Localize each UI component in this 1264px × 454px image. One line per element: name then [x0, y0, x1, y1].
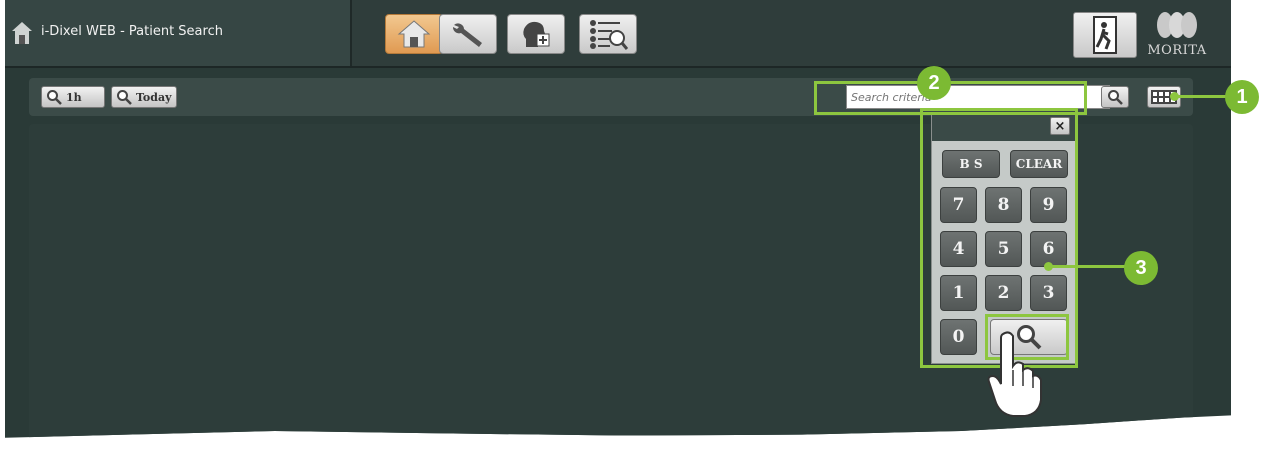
exit-button[interactable] — [1073, 12, 1137, 58]
app-title: i-Dixel WEB - Patient Search — [41, 24, 223, 39]
pointing-hand-icon — [987, 331, 1042, 417]
search-button[interactable] — [1101, 86, 1129, 108]
home-small-icon — [12, 22, 32, 44]
logo-text: MORITA — [1147, 43, 1207, 58]
callout-2-badge: 2 — [917, 66, 951, 100]
morita-logo: MORITA — [1142, 10, 1212, 62]
list-search-icon — [590, 20, 628, 50]
add-patient-icon — [523, 21, 550, 47]
title-block: i-Dixel WEB - Patient Search — [5, 0, 352, 66]
callout-3-badge: 3 — [1124, 251, 1158, 285]
magnifier-icon — [1108, 90, 1123, 105]
magnifier-icon — [117, 90, 132, 105]
wrench-icon — [452, 23, 482, 47]
settings-nav-button[interactable] — [439, 14, 497, 54]
patient-list-nav-button[interactable] — [579, 14, 637, 54]
magnifier-icon — [47, 90, 62, 105]
callout-3-line — [1048, 265, 1126, 268]
search-today-button[interactable]: Today — [111, 86, 177, 108]
add-patient-nav-button[interactable] — [507, 14, 565, 54]
morita-mark-icon — [1157, 12, 1197, 38]
callout-1-badge: 1 — [1225, 80, 1259, 114]
title-bar: i-Dixel WEB - Patient Search MORITA — [5, 0, 1231, 68]
exit-door-icon — [1093, 16, 1117, 54]
callout-1-line — [1174, 95, 1230, 98]
home-nav-button[interactable] — [385, 14, 443, 54]
search-1h-button[interactable]: 1h — [41, 86, 105, 108]
search-1h-label: 1h — [66, 90, 82, 104]
home-icon — [397, 20, 431, 48]
search-today-label: Today — [136, 90, 172, 104]
